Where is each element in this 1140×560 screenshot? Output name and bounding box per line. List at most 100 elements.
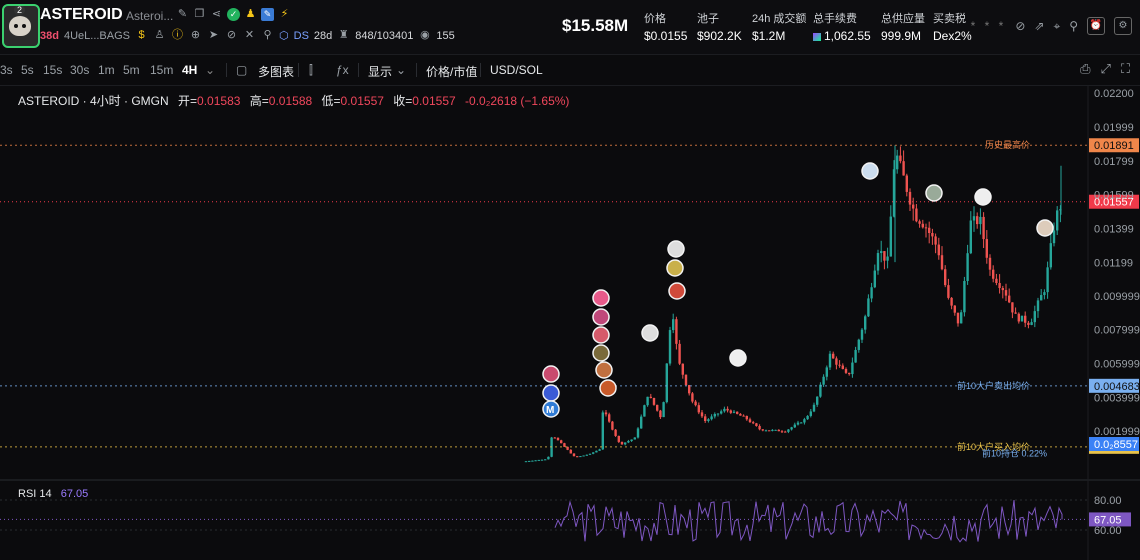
legend-high: 0.01588 [268,94,313,108]
y-tick-label: 0.01999 [1094,122,1134,134]
solana-icon [813,32,821,41]
candle-body [720,411,723,414]
candle-body [598,449,601,451]
price-chart[interactable]: 历史最高价 0.01891前10大户卖出均价 0.004683前10大户买入均价0.… [0,85,1140,560]
candle-body [793,424,796,428]
rsi-period: 14 [39,488,52,500]
user-icon[interactable]: ♙ [153,29,166,42]
trader-avatar-icon [729,349,747,367]
display-dropdown-icon[interactable]: ⌄ [396,63,406,77]
candle-body [633,437,636,440]
candle-type-icon[interactable]: ⫿ [309,63,313,78]
settings-icon[interactable]: ⚙ [1114,17,1132,35]
rsi-legend: RSI 14 67.05 [18,488,88,500]
trader-avatar-icon [641,324,659,342]
token-avatar[interactable]: 2 [2,4,40,48]
tf-15m[interactable]: 15m [150,63,173,77]
copy-icon[interactable]: ❐ [193,8,206,21]
candle-body [1017,313,1020,322]
tf-5m[interactable]: 5m [123,63,140,77]
candle-body [758,426,761,430]
candle-body [614,429,617,436]
ohlc-legend: ASTEROID · 4小时 · GMGN 开=0.01583 高=0.0158… [18,94,570,108]
candle-body [755,423,758,427]
money-bag-icon[interactable]: $ [135,29,148,42]
low-marker-tag: 0.0₂8557 [1094,439,1138,451]
candle-body [956,312,960,324]
tf-3s[interactable]: 3s [0,63,13,77]
candle-body [1046,267,1049,293]
expand-icon[interactable]: ⛶ [1121,61,1130,77]
layout-icon[interactable]: ▢ [236,63,247,77]
trader-avatar-icon [592,289,610,307]
candle-body [745,415,748,420]
pump-icon[interactable]: ⊘ [225,29,238,42]
dexscreener-icon[interactable]: ⬡ [279,29,289,42]
y-tick-label: 0.01399 [1094,223,1134,235]
candle-body [691,393,694,402]
reference-lines: 历史最高价 0.01891前10大户卖出均价 0.004683前10大户买入均价0.… [0,138,1140,459]
candle-body [1030,322,1033,325]
screenshot-icon[interactable]: ⎙ [1080,61,1090,77]
fullscreen-icon[interactable]: ⤢ [1100,61,1110,77]
candle-body [537,459,540,461]
search-icon[interactable]: ⚲ [261,29,274,42]
candle-body [665,363,668,403]
trader-avatar-icon [592,326,610,344]
market-cap: $15.58M [562,16,629,35]
globe-icon[interactable]: ⊕ [189,29,202,42]
tf-1m[interactable]: 1m [98,63,115,77]
candle-body [640,416,643,429]
tf-15s[interactable]: 15s [43,63,62,77]
telegram-icon[interactable]: ➤ [207,29,220,42]
token-age: 38d [40,29,59,42]
display-button[interactable]: 显示 [368,63,392,80]
candle-body [860,329,864,340]
tag-icon[interactable]: ⌖ [1053,19,1060,34]
candle-body [662,402,665,418]
candle-body [1001,288,1004,291]
views-count: 155 [436,29,455,42]
y-tick-label: 0.007999 [1094,325,1140,337]
share-icon[interactable]: ⋖ [210,8,223,21]
candle-body [617,435,620,442]
candle-body [940,255,944,270]
alarm-icon[interactable]: ⏰ [1087,17,1105,35]
candle-body [579,456,582,458]
pin-icon[interactable]: ⚲ [1069,19,1078,33]
currency-toggle[interactable]: USD/SOL [490,63,543,77]
trader-avatar-icon [592,344,610,362]
info-icon[interactable]: ⓘ [171,29,184,42]
more-dots[interactable]: * * * [971,19,1007,33]
multi-chart-button[interactable]: 多图表 [258,63,294,80]
trader-avatar-icon [667,240,685,258]
trader-avatar-icon [595,361,613,379]
tf-4h[interactable]: 4H [182,63,197,77]
candle-body [851,362,854,375]
x-icon[interactable]: ✕ [243,29,256,42]
y-tick-label: 0.001999 [1094,426,1140,438]
indicator-icon[interactable]: ƒx [336,63,349,77]
tf-30s[interactable]: 30s [70,63,89,77]
stat-tax: 买卖税 Dex2% [933,13,972,43]
candle-body [585,454,588,456]
stat-volume: 24h 成交额 $1.2M [752,13,807,43]
price-mcap-toggle[interactable]: 价格/市值 [426,63,477,80]
hide-icon[interactable]: ⊘ [1015,19,1025,33]
tf-5s[interactable]: 5s [21,63,34,77]
token-address[interactable]: 4UeL...BAGS [64,30,130,42]
candle-body [870,287,873,299]
legend-open: 0.01583 [197,94,241,108]
tf-dropdown-icon[interactable]: ⌄ [205,63,215,77]
candle-body [902,161,905,176]
candle-body [569,449,572,454]
edit-icon[interactable]: ✎ [176,8,189,21]
low-marker-label: 前10持仓 0.22% [982,448,1047,459]
holders-icon: ♜ [338,29,349,41]
candle-body [1024,315,1027,323]
external-link-icon[interactable]: ⇗ [1034,19,1044,33]
candle-body [595,450,598,453]
stat-price: 价格 $0.0155 [644,13,688,43]
candle-body [841,365,844,370]
rsi-tag: 67.05 [1094,514,1122,526]
